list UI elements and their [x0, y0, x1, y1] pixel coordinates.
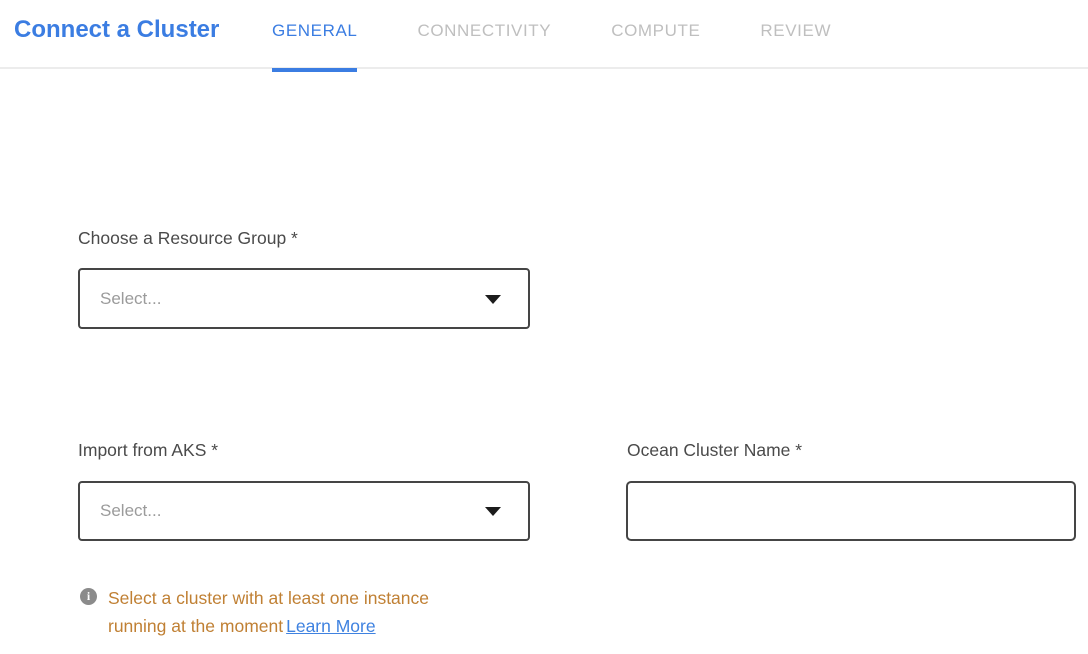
- tab-connectivity[interactable]: CONNECTIVITY: [417, 21, 551, 41]
- learn-more-link[interactable]: Learn More: [286, 616, 376, 636]
- info-icon: i: [80, 588, 97, 605]
- tab-review[interactable]: REVIEW: [760, 21, 831, 41]
- ocean-cluster-name-label: Ocean Cluster Name *: [627, 440, 802, 461]
- wizard-header: Connect a Cluster GENERAL CONNECTIVITY C…: [0, 0, 1088, 69]
- import-aks-select[interactable]: Select...: [78, 481, 530, 541]
- resource-group-label: Choose a Resource Group *: [78, 228, 298, 249]
- caret-down-icon: [485, 507, 501, 516]
- info-note-message: Select a cluster with at least one insta…: [108, 588, 429, 636]
- tab-general[interactable]: GENERAL: [272, 21, 357, 41]
- caret-down-icon: [485, 295, 501, 304]
- wizard-tabs: GENERAL CONNECTIVITY COMPUTE REVIEW: [272, 21, 831, 41]
- import-aks-label: Import from AKS *: [78, 440, 218, 461]
- resource-group-placeholder: Select...: [100, 289, 161, 309]
- info-note-text: Select a cluster with at least one insta…: [108, 584, 480, 640]
- page-title: Connect a Cluster: [14, 16, 219, 44]
- info-note: i Select a cluster with at least one ins…: [80, 584, 480, 640]
- resource-group-select[interactable]: Select...: [78, 268, 530, 329]
- import-aks-placeholder: Select...: [100, 501, 161, 521]
- ocean-cluster-name-input[interactable]: [626, 481, 1076, 541]
- connect-cluster-page: Connect a Cluster GENERAL CONNECTIVITY C…: [0, 0, 1088, 654]
- tab-compute[interactable]: COMPUTE: [611, 21, 700, 41]
